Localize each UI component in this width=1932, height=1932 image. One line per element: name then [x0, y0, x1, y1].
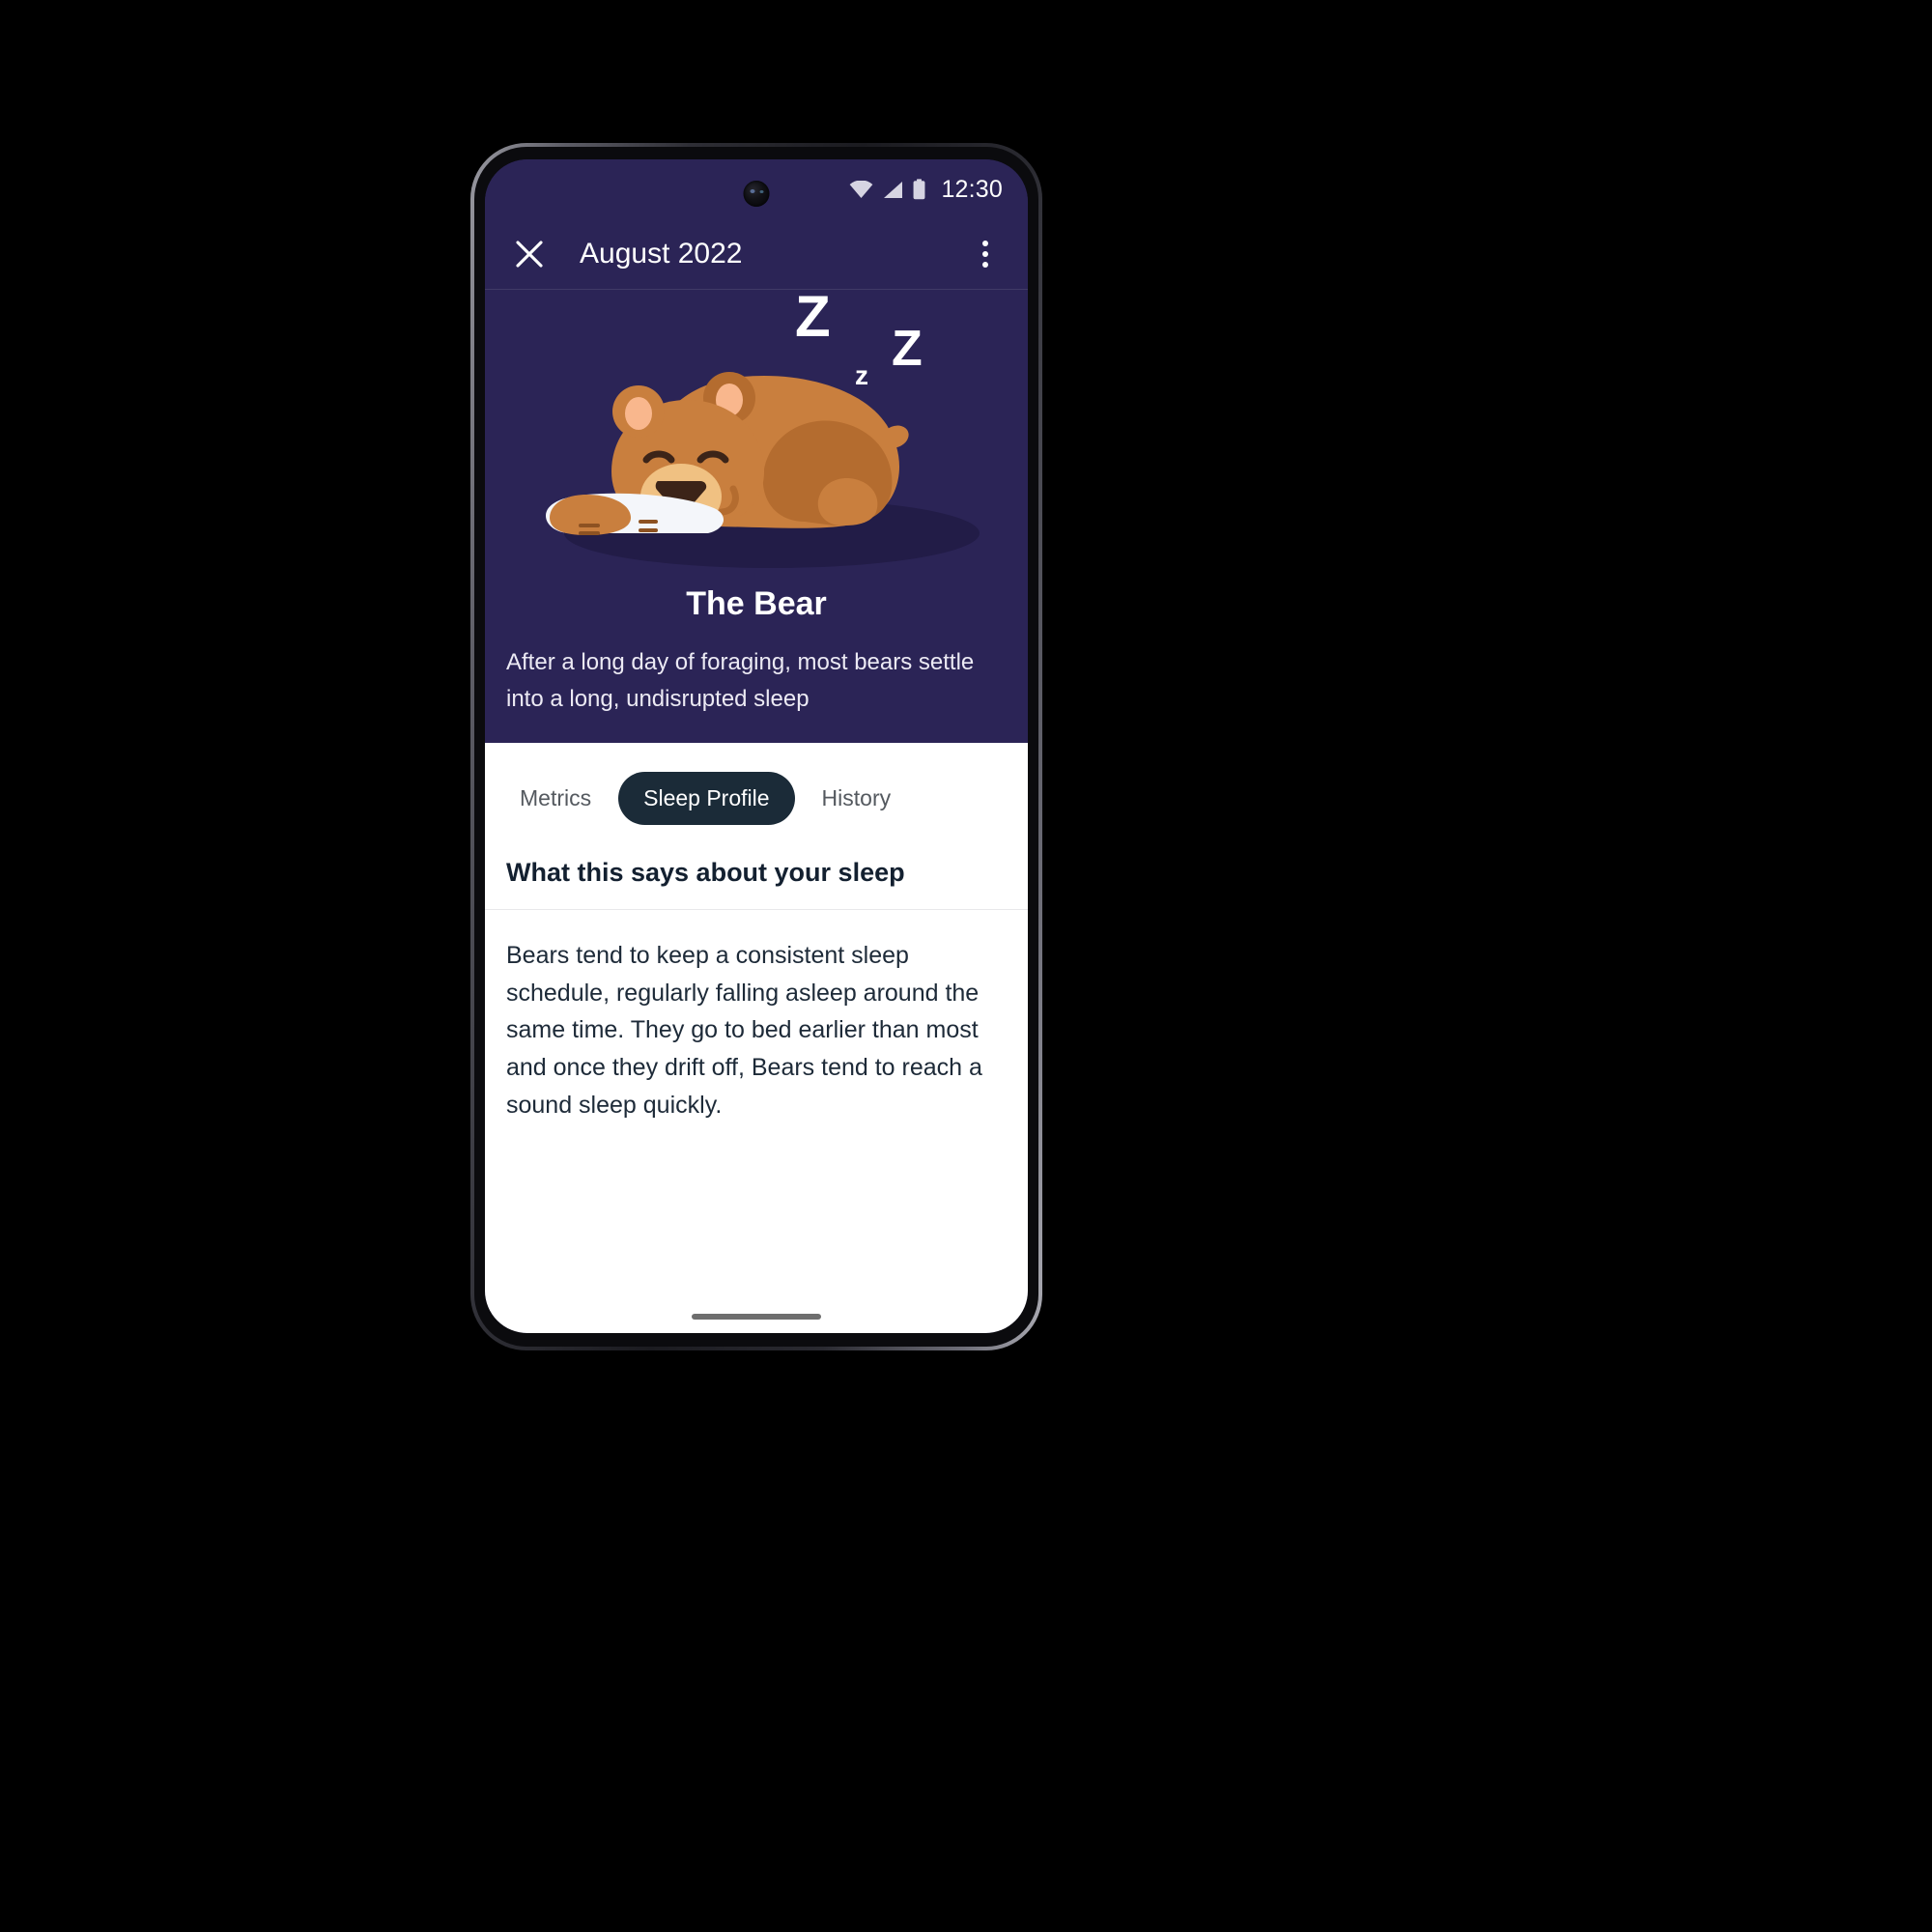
status-icons: 12:30 [849, 176, 1003, 204]
bear-artwork-svg: Z z Z [546, 290, 980, 568]
overflow-menu-button[interactable] [966, 233, 1005, 275]
svg-text:z: z [855, 360, 868, 390]
status-time: 12:30 [941, 175, 1003, 203]
phone-device: 12:30 August 2022 Z z Z The Bear After a… [470, 143, 1042, 1350]
more-vertical-icon [982, 241, 988, 246]
cellular-signal-icon [884, 181, 903, 198]
section-paragraph: Bears tend to keep a consistent sleep sc… [506, 941, 982, 1119]
home-indicator-area [485, 1314, 1028, 1333]
battery-icon [913, 179, 925, 200]
wifi-icon [850, 180, 873, 198]
close-icon [516, 241, 543, 268]
hero-title: The Bear [686, 585, 827, 622]
app-bar: August 2022 [485, 219, 1028, 290]
bear-near-ear-inner [625, 397, 652, 430]
home-indicator[interactable] [692, 1314, 821, 1320]
screenshot-root: 12:30 August 2022 Z z Z The Bear After a… [0, 0, 1932, 1932]
phone-screen: 12:30 August 2022 Z z Z The Bear After a… [485, 159, 1028, 1333]
tab-bar: Metrics Sleep Profile History [485, 743, 1028, 852]
more-vertical-icon-dot [982, 262, 988, 268]
tab-metrics[interactable]: Metrics [502, 773, 609, 824]
front-camera-punch-hole [743, 181, 770, 207]
page-title: August 2022 [580, 238, 743, 270]
svg-text:Z: Z [892, 321, 923, 377]
more-vertical-icon-dot [982, 251, 988, 257]
close-button[interactable] [508, 233, 551, 275]
svg-text:Z: Z [795, 290, 832, 349]
tab-history[interactable]: History [805, 773, 909, 824]
tab-sleep-profile[interactable]: Sleep Profile [618, 771, 795, 825]
sleeping-bear-illustration: Z z Z [485, 290, 1028, 580]
hero-description: After a long day of foraging, most bears… [506, 649, 975, 712]
sleep-z-marks: Z z Z [795, 290, 923, 390]
content-sheet: Metrics Sleep Profile History What this … [485, 742, 1028, 1333]
status-bar: 12:30 [485, 159, 1028, 219]
section-title: What this says about your sleep [485, 852, 1028, 910]
hero-section: Z z Z The Bear After a long day of forag… [485, 290, 1028, 743]
phone-bezel: 12:30 August 2022 Z z Z The Bear After a… [474, 147, 1038, 1347]
